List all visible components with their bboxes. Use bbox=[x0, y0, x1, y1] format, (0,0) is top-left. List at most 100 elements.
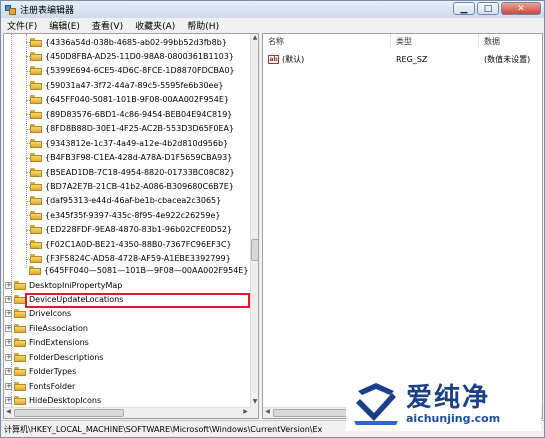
tree-item-sibling[interactable]: + FontsFolder bbox=[5, 379, 75, 393]
tree-item-guid[interactable]: {daf95313-e44d-46af-be1b-cbacea2c3065} bbox=[30, 194, 221, 208]
tree-item-guid[interactable]: {5399E694-6CE5-4D6C-8FCE-1D8870FDCBA0} bbox=[30, 64, 235, 78]
tree-item-sibling[interactable]: + DriveIcons bbox=[5, 307, 71, 321]
tree-item-label: {89D83576-6BD1-4c86-9454-BEB04E94C819} bbox=[45, 109, 233, 119]
registry-editor-window: 注册表编辑器 ▁ □ ✕ 文件(F) 编辑(E) 查看(V) 收藏夹(A) 帮助… bbox=[0, 0, 545, 438]
aichunjing-logo-icon bbox=[354, 383, 398, 425]
folder-icon bbox=[14, 381, 26, 391]
scroll-down-icon[interactable]: ▼ bbox=[251, 398, 258, 407]
values-list-pane[interactable]: 名称 类型 数据 ab (默认) REG_SZ (数值未设置) ◀ bbox=[262, 33, 543, 419]
tree-item-sibling[interactable]: + DesktopIniPropertyMap bbox=[5, 278, 122, 292]
tree-item-guid[interactable]: {ED228FDF-9EA8-4870-83b1-96b02CFE0D52} bbox=[30, 223, 232, 237]
folder-icon bbox=[30, 66, 42, 76]
value-type: REG_SZ bbox=[396, 54, 428, 64]
minimize-button[interactable]: ▁ bbox=[453, 2, 475, 15]
maximize-button[interactable]: □ bbox=[477, 2, 499, 15]
tree-item-label: {645FF040-5081-101B-9F08-00AA002F954E} bbox=[45, 95, 229, 105]
menu-view[interactable]: 查看(V) bbox=[86, 19, 129, 32]
folder-icon bbox=[14, 367, 26, 377]
folder-icon bbox=[30, 109, 42, 119]
folder-icon bbox=[30, 153, 42, 163]
expand-icon[interactable]: + bbox=[5, 281, 12, 289]
tree-item-guid[interactable]: {8FD8B88D-30E1-4F25-AC2B-553D3D65F0EA} bbox=[30, 122, 234, 136]
tree-item-label: FileAssociation bbox=[29, 323, 88, 333]
tree-item-label: {B5EAD1DB-7C18-4954-8820-01733BC08C82} bbox=[45, 167, 235, 177]
folder-icon bbox=[30, 239, 42, 249]
tree-item-sibling[interactable]: + FolderDescriptions bbox=[5, 350, 103, 364]
tree-item-sibling[interactable]: + HideDesktopIcons bbox=[5, 394, 101, 408]
tree-item-label: {F02C1A0D-BE21-4350-88B0-7367FC96EF3C} bbox=[45, 239, 232, 249]
status-path: 计算机\HKEY_LOCAL_MACHINE\SOFTWARE\Microsof… bbox=[4, 424, 323, 434]
scroll-up-icon[interactable]: ▲ bbox=[251, 34, 258, 43]
tree-item-label: FolderTypes bbox=[29, 367, 77, 377]
tree-item-sibling[interactable]: + FolderTypes bbox=[5, 365, 76, 379]
tree-vertical-scrollbar[interactable]: ▲ ▼ bbox=[250, 34, 258, 407]
tree-guide-line bbox=[26, 34, 27, 268]
menu-favorites[interactable]: 收藏夹(A) bbox=[129, 19, 181, 32]
tree-horizontal-scrollbar[interactable]: ◀ ▶ bbox=[4, 407, 250, 418]
folder-icon bbox=[30, 95, 42, 105]
menu-file[interactable]: 文件(F) bbox=[1, 19, 43, 32]
tree-item-guid[interactable]: {645FF040-5081-101B-9F08-00AA002F954E} bbox=[30, 93, 229, 107]
folder-icon bbox=[14, 323, 26, 333]
highlight-box bbox=[25, 293, 250, 308]
value-name: (默认) bbox=[282, 54, 305, 64]
tree-item-guid[interactable]: {F02C1A0D-BE21-4350-88B0-7367FC96EF3C} bbox=[30, 237, 232, 251]
menu-edit[interactable]: 编辑(E) bbox=[43, 19, 86, 32]
value-data: (数值未设置) bbox=[484, 54, 531, 64]
tree-item-guid[interactable]: {B4FB3F98-C1EA-428d-A78A-D1F5659CBA93} bbox=[30, 151, 232, 165]
tree-item-new-key[interactable]: {645FF040—5081—101B—9F08—00AA002F954E} bbox=[29, 263, 248, 277]
tree-item-guid[interactable]: {B5EAD1DB-7C18-4954-8820-01733BC08C82} bbox=[30, 165, 235, 179]
expand-icon[interactable]: + bbox=[5, 353, 12, 361]
tree-item-guid[interactable]: {450D8FBA-AD25-11D0-98A8-0800361B1103} bbox=[30, 49, 234, 63]
tree-item-label: {e345f35f-9397-435c-8f95-4e922c26259e} bbox=[45, 210, 221, 220]
tree-item-label: {F3F5824C-AD58-4728-AF59-A1EBE3392799} bbox=[45, 254, 231, 264]
scroll-thumb[interactable] bbox=[14, 409, 124, 417]
expand-icon[interactable]: + bbox=[5, 310, 12, 318]
tree-item-label: {450D8FBA-AD25-11D0-98A8-0800361B1103} bbox=[45, 51, 234, 61]
tree-item-guid[interactable]: {9343812e-1c37-4a49-a12e-4b2d810d956b} bbox=[30, 136, 228, 150]
tree-item-guid[interactable]: {89D83576-6BD1-4c86-9454-BEB04E94C819} bbox=[30, 107, 232, 121]
scroll-right-icon[interactable]: ▶ bbox=[241, 408, 250, 418]
folder-icon bbox=[30, 80, 42, 90]
folder-icon bbox=[30, 167, 42, 177]
watermark: 爱纯净 aichunjing.com bbox=[346, 377, 541, 431]
tree-item-guid[interactable]: {4336a54d-038b-4685-ab02-99bb52d3fb8b} bbox=[30, 35, 227, 49]
folder-icon bbox=[14, 396, 26, 406]
expand-icon[interactable]: + bbox=[5, 397, 12, 405]
tree-item-label: DesktopIniPropertyMap bbox=[29, 280, 123, 290]
expand-icon[interactable]: + bbox=[5, 339, 12, 347]
tree-item-label: {BD7A2E7B-21CB-41b2-A086-B309680C6B7E} bbox=[45, 182, 234, 191]
tree-item-guid[interactable]: {e345f35f-9397-435c-8f95-4e922c26259e} bbox=[30, 208, 220, 222]
column-header-type[interactable]: 类型 bbox=[391, 34, 479, 48]
regedit-app-icon bbox=[5, 4, 16, 15]
tree-item-label: {B4FB3F98-C1EA-428d-A78A-D1F5659CBA93} bbox=[45, 153, 233, 163]
folder-icon bbox=[14, 352, 26, 362]
column-header-name[interactable]: 名称 bbox=[263, 34, 391, 48]
folder-icon bbox=[30, 254, 42, 264]
folder-icon bbox=[30, 124, 42, 134]
tree-item-sibling[interactable]: + FindExtensions bbox=[5, 336, 89, 350]
scroll-left-icon[interactable]: ◀ bbox=[4, 408, 13, 418]
expand-icon[interactable]: + bbox=[5, 324, 12, 332]
tree-item-sibling[interactable]: + FileAssociation bbox=[5, 321, 88, 335]
tree-item-label: {ED228FDF-9EA8-4870-83b1-96b02CFE0D52} bbox=[45, 225, 233, 235]
tree-item-guid[interactable]: {59031a47-3f72-44a7-89c5-5595fe6b30ee} bbox=[30, 78, 223, 92]
close-button[interactable]: ✕ bbox=[501, 2, 541, 15]
expand-icon[interactable]: + bbox=[5, 368, 12, 376]
registry-tree-pane[interactable]: {4336a54d-038b-4685-ab02-99bb52d3fb8b} {4… bbox=[3, 33, 259, 419]
expand-icon[interactable]: + bbox=[5, 295, 12, 303]
column-header-data[interactable]: 数据 bbox=[479, 34, 542, 48]
scroll-thumb[interactable] bbox=[251, 239, 258, 261]
value-row[interactable]: ab (默认) REG_SZ (数值未设置) bbox=[268, 53, 538, 65]
folder-icon bbox=[30, 138, 42, 148]
tree-item-guid[interactable]: {BD7A2E7B-21CB-41b2-A086-B309680C6B7E} bbox=[30, 180, 234, 194]
tree-item-label: {8FD8B88D-30E1-4F25-AC2B-553D3D65F0EA} bbox=[45, 124, 235, 134]
tree-item-label: {daf95313-e44d-46af-be1b-cbacea2c3065} bbox=[45, 196, 222, 206]
scroll-left-icon[interactable]: ◀ bbox=[263, 408, 272, 415]
title-bar[interactable]: 注册表编辑器 ▁ □ ✕ bbox=[1, 1, 544, 18]
tree-item-label: {645FF040—5081—101B—9F08—00AA002F954E} bbox=[44, 265, 249, 275]
tree-item-label: {59031a47-3f72-44a7-89c5-5595fe6b30ee} bbox=[45, 80, 224, 90]
menu-help[interactable]: 帮助(H) bbox=[181, 19, 225, 32]
expand-icon[interactable]: + bbox=[5, 382, 12, 390]
window-title: 注册表编辑器 bbox=[20, 6, 75, 16]
